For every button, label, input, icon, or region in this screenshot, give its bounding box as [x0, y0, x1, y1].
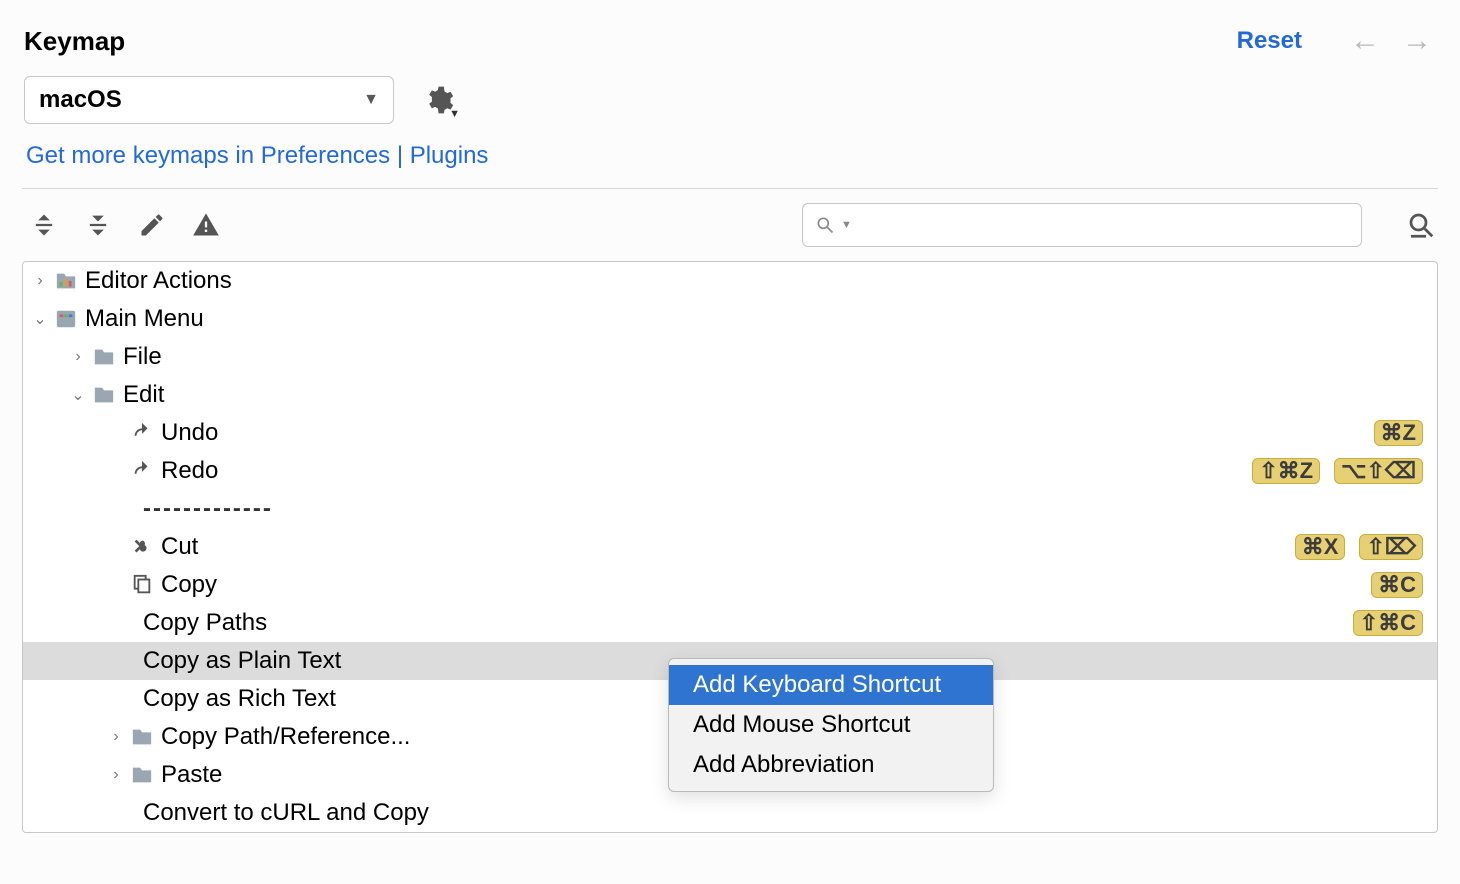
shortcut-badge: ⇧⌦: [1359, 534, 1423, 560]
tree-node-file[interactable]: › File: [23, 338, 1437, 376]
keymap-settings-button[interactable]: ▼: [422, 84, 454, 116]
tree-node-label: Main Menu: [81, 305, 1423, 333]
chevron-right-icon: ›: [29, 272, 51, 290]
copy-icon: [127, 574, 157, 596]
shortcut-badge: ⌘C: [1371, 572, 1423, 598]
tree-node-label: Redo: [157, 457, 1252, 485]
menu-icon: [51, 308, 81, 330]
tree-node-label: Undo: [157, 419, 1374, 447]
tree-node-label: Convert to cURL and Copy: [139, 799, 1423, 827]
shortcut-badge: ⇧⌘Z: [1252, 458, 1320, 484]
tree-node-redo[interactable]: · Redo ⇧⌘Z ⌥⇧⌫: [23, 452, 1437, 490]
find-by-shortcut-button[interactable]: [1406, 210, 1436, 240]
folder-icon: [127, 726, 157, 748]
separator-label: -------------: [139, 495, 1423, 523]
menu-item-add-keyboard-shortcut[interactable]: Add Keyboard Shortcut: [669, 665, 993, 705]
collapse-all-button[interactable]: [84, 211, 112, 239]
tree-separator: -------------: [23, 490, 1437, 528]
tree-node-label: Cut: [157, 533, 1295, 561]
folder-icon: [89, 346, 119, 368]
folder-icon: [89, 384, 119, 406]
tree-node-main-menu[interactable]: ⌄ Main Menu: [23, 300, 1437, 338]
menu-item-add-abbreviation[interactable]: Add Abbreviation: [669, 745, 993, 785]
keymap-select[interactable]: macOS ▼: [24, 76, 394, 124]
tree-node-label: Edit: [119, 381, 1423, 409]
chevron-down-icon: ⌄: [29, 309, 51, 329]
tree-node-label: Copy: [157, 571, 1371, 599]
redo-icon: [127, 460, 157, 482]
tree-node-label: File: [119, 343, 1423, 371]
conflicts-button[interactable]: [192, 211, 220, 239]
shortcut-badge: ⌥⇧⌫: [1334, 458, 1423, 484]
expand-all-button[interactable]: [30, 211, 58, 239]
search-caret-icon: ▼: [841, 219, 852, 231]
shortcut-badge: ⌘X: [1295, 534, 1346, 560]
tree-node-copy-paths[interactable]: Copy Paths ⇧⌘C: [23, 604, 1437, 642]
folder-icon: [51, 270, 81, 292]
tree-node-undo[interactable]: · Undo ⌘Z: [23, 414, 1437, 452]
caret-down-icon: ▼: [449, 108, 460, 120]
tree-toolbar: ▼: [0, 189, 1460, 261]
forward-arrow-icon: →: [1402, 24, 1432, 58]
menu-item-add-mouse-shortcut[interactable]: Add Mouse Shortcut: [669, 705, 993, 745]
search-input[interactable]: [858, 211, 1349, 239]
search-icon: [815, 215, 835, 235]
shortcut-badge: ⇧⌘C: [1353, 610, 1423, 636]
folder-icon: [127, 764, 157, 786]
search-input-wrap[interactable]: ▼: [802, 203, 1362, 247]
get-more-keymaps-link[interactable]: Get more keymaps in Preferences | Plugin…: [0, 136, 1460, 188]
tree-node-label: Copy Paths: [139, 609, 1353, 637]
keymap-select-label: macOS: [39, 86, 363, 114]
context-menu: Add Keyboard Shortcut Add Mouse Shortcut…: [668, 658, 994, 792]
tree-node-copy[interactable]: · Copy ⌘C: [23, 566, 1437, 604]
chevron-right-icon: ›: [105, 766, 127, 784]
header: Keymap Reset ← →: [0, 0, 1460, 76]
shortcut-badge: ⌘Z: [1374, 420, 1423, 446]
back-arrow-icon: ←: [1350, 24, 1380, 58]
tree-node-editor-actions[interactable]: › Editor Actions: [23, 262, 1437, 300]
undo-icon: [127, 422, 157, 444]
tree-node-convert-curl[interactable]: Convert to cURL and Copy: [23, 794, 1437, 832]
tree-node-label: Editor Actions: [81, 267, 1423, 295]
chevron-down-icon: ▼: [363, 91, 379, 109]
chevron-right-icon: ›: [67, 348, 89, 366]
reset-link[interactable]: Reset: [1237, 27, 1302, 55]
page-title: Keymap: [24, 26, 125, 57]
tree-node-edit[interactable]: ⌄ Edit: [23, 376, 1437, 414]
edit-shortcut-button[interactable]: [138, 211, 166, 239]
chevron-right-icon: ›: [105, 728, 127, 746]
scissors-icon: [127, 536, 157, 558]
tree-node-cut[interactable]: · Cut ⌘X ⇧⌦: [23, 528, 1437, 566]
chevron-down-icon: ⌄: [67, 385, 89, 405]
